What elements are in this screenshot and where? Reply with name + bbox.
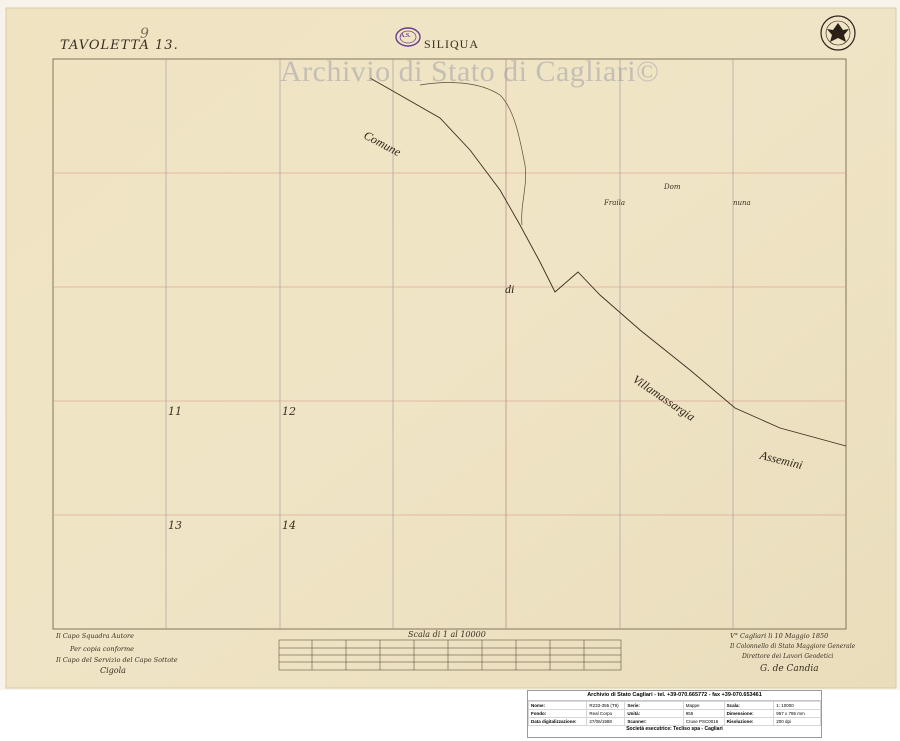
scale-label: Scala di 1 al 10000 (408, 630, 486, 639)
left-signature-name: Cigola (100, 666, 126, 675)
cadastral-map-sheet (0, 0, 900, 690)
info-value: R233-355 (T9) (586, 701, 626, 710)
paper-sheet (5, 7, 897, 689)
info-label: Scala: (723, 701, 775, 710)
info-value: 1: 10000 (773, 701, 821, 710)
grid-number: 11 (168, 405, 182, 418)
map-title: SILIQUA (424, 37, 479, 51)
table-row: Nome: R233-355 (T9) Serie: Mappe Scala: … (527, 701, 821, 710)
place-name-fraila: Fraila (604, 199, 626, 207)
place-name-dom: Dom (664, 183, 681, 191)
left-signature-line: Il Capo Squadra Autore (56, 632, 134, 640)
info-value: 200 dpi (773, 717, 821, 726)
info-value: Real Corpo (586, 709, 626, 718)
left-signature-line: Per copia conforme (70, 645, 135, 653)
info-label: Nome: (527, 701, 588, 710)
info-label: Scanner: (624, 717, 684, 726)
info-table: Nome: R233-355 (T9) Serie: Mappe Scala: … (527, 701, 821, 726)
info-label: Fondo: (527, 709, 588, 718)
place-name-di: di (505, 282, 515, 296)
info-value: 955 (682, 709, 725, 718)
info-label: Dimensione: (723, 709, 775, 718)
right-signature-line: V° Cagliari li 10 Maggio 1850 (730, 632, 829, 640)
info-label: Risoluzione: (723, 717, 775, 726)
info-label: Serie: (624, 701, 684, 710)
left-signature-line: Il Capo del Servizio del Capo Sottote (56, 656, 178, 664)
grid-number: 14 (282, 519, 296, 532)
info-value: Mappe (682, 701, 725, 710)
info-value: Cruse PSC0016 (682, 717, 725, 726)
info-panel-footer: Società esecutrice: Tecliso spa - Caglia… (626, 726, 723, 732)
table-row: Data digitalizzazione: 27/06/1988 Scanne… (527, 717, 821, 726)
stamp-text: A.S. (400, 33, 411, 39)
archive-seal-icon (820, 15, 856, 51)
right-signature-name: G. de Candia (760, 664, 819, 674)
grid-number: 12 (282, 405, 296, 418)
info-panel-header: Archivio di Stato Cagliari - tel. +39-07… (528, 691, 821, 701)
grid-number: 13 (168, 519, 182, 532)
table-row: Fondo: Real Corpo Unità: 955 Dimensione:… (527, 709, 821, 718)
archive-watermark: Archivio di Stato di Cagliari© (280, 55, 660, 88)
right-signature-line: Il Colonnello di Stato Maggiore Generale (730, 643, 856, 650)
info-value: 27/06/1988 (586, 717, 626, 726)
info-label: Data digitalizzazione: (527, 717, 588, 726)
info-label: Unità: (624, 709, 684, 718)
right-signature-line: Direttore dei Lavori Geodetici (742, 653, 834, 660)
sheet-label: TAVOLETTA 13. (60, 38, 179, 53)
corner-number: 9 (140, 26, 149, 42)
info-value: 957 x 786 mm (773, 709, 821, 718)
archive-info-panel: Archivio di Stato Cagliari - tel. +39-07… (527, 690, 822, 738)
place-name-nuna: nuna (733, 199, 751, 207)
